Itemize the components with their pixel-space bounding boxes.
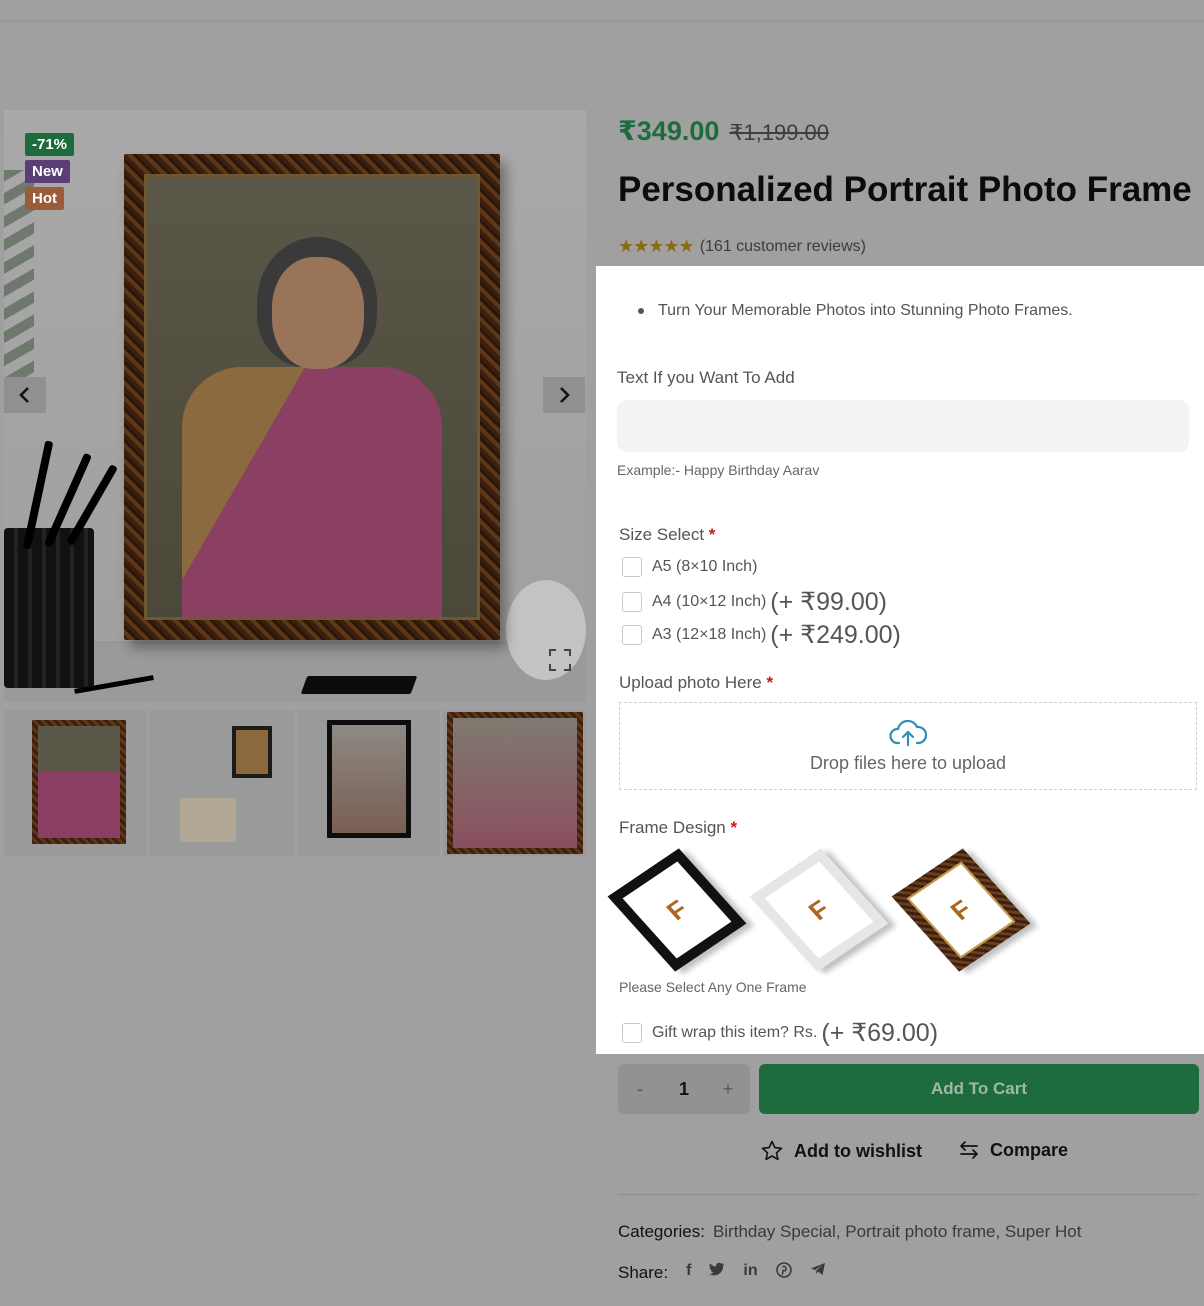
frame-design-hint: Please Select Any One Frame (619, 979, 807, 995)
size-select-label-text: Size Select (619, 525, 705, 544)
file-dropzone[interactable]: Drop files here to upload (619, 702, 1197, 790)
add-to-wishlist-button[interactable]: Add to wishlist (760, 1139, 922, 1163)
size-option-a5[interactable]: A5 (8×10 Inch) (622, 557, 757, 577)
star-outline-icon (761, 1140, 783, 1161)
upload-label-text: Upload photo Here (619, 673, 762, 692)
size-option-label: A3 (12×18 Inch) (652, 626, 767, 643)
frame-design-label-text: Frame Design (619, 818, 726, 837)
decrease-qty-button[interactable]: - (630, 1079, 650, 1100)
product-rating: ★★★★★ (161 customer reviews) (618, 236, 866, 257)
gift-wrap-option[interactable]: Gift wrap this item? Rs. (+ ₹69.00) (622, 1018, 938, 1048)
share-row: Share: f in (618, 1262, 826, 1283)
gift-wrap-price: (+ ₹69.00) (821, 1019, 939, 1047)
custom-text-input[interactable] (617, 400, 1189, 452)
gallery-thumbnails (4, 710, 586, 856)
product-feature: Turn Your Memorable Photos into Stunning… (638, 302, 1073, 320)
checkbox[interactable] (622, 1023, 642, 1043)
price-row: ₹349.00 ₹1,199.00 (618, 116, 829, 147)
phone-decor (300, 676, 418, 694)
size-option-price: (+ ₹99.00) (770, 588, 887, 616)
product-main-image[interactable] (4, 110, 586, 702)
gallery-next-button[interactable] (543, 377, 585, 413)
thumbnail-2[interactable] (150, 710, 294, 856)
meta-divider (618, 1194, 1198, 1195)
chevron-left-icon (19, 387, 29, 403)
size-option-label: A4 (10×12 Inch) (652, 593, 767, 610)
dropzone-text: Drop files here to upload (809, 752, 1007, 773)
wishlist-label: Add to wishlist (794, 1140, 922, 1161)
categories-label: Categories: (618, 1222, 705, 1241)
discount-badge: -71% (25, 133, 75, 156)
product-badges: -71% New Hot (25, 133, 75, 210)
fullscreen-icon[interactable] (548, 648, 572, 672)
black-frame-swatch: F (607, 848, 747, 972)
size-select-label: Size Select * (619, 525, 715, 545)
reviews-link[interactable]: (161 customer reviews) (700, 238, 866, 256)
quantity-stepper: - 1 + (618, 1064, 750, 1114)
frame-design-options: F F F (607, 846, 1031, 972)
text-field-label: Text If you Want To Add (617, 368, 795, 387)
frame-design-label: Frame Design * (619, 818, 737, 838)
gallery-prev-button[interactable] (4, 377, 46, 413)
quantity-value[interactable]: 1 (679, 1079, 689, 1100)
upload-label: Upload photo Here * (619, 673, 773, 693)
gift-wrap-label: Gift wrap this item? Rs. (652, 1024, 818, 1041)
brown-frame-swatch: F (891, 848, 1031, 972)
star-rating-icon: ★★★★★ (618, 236, 695, 256)
twitter-icon[interactable] (709, 1262, 725, 1283)
size-option-label: A5 (8×10 Inch) (652, 558, 758, 575)
bullet-icon (638, 308, 644, 314)
checkbox[interactable] (622, 592, 642, 612)
required-mark: * (730, 818, 738, 837)
compare-arrows-icon (960, 1141, 978, 1159)
facebook-icon[interactable]: f (686, 1262, 691, 1283)
text-field-hint: Example:- Happy Birthday Aarav (617, 462, 820, 478)
share-label: Share: (618, 1262, 669, 1282)
frame-option-black[interactable]: F (607, 846, 747, 972)
white-frame-swatch: F (749, 848, 889, 972)
product-options-panel: Turn Your Memorable Photos into Stunning… (596, 266, 1204, 1054)
pinterest-icon[interactable] (775, 1262, 792, 1283)
checkbox[interactable] (622, 557, 642, 577)
feature-text: Turn Your Memorable Photos into Stunning… (658, 302, 1073, 319)
telegram-icon[interactable] (810, 1262, 826, 1283)
cloud-upload-icon (889, 719, 927, 746)
thumbnail-3[interactable] (296, 710, 440, 856)
portrait-photo (144, 174, 480, 620)
sale-price: ₹349.00 (618, 116, 720, 146)
pencil-cup-decor (4, 528, 94, 688)
new-badge: New (25, 160, 70, 183)
increase-qty-button[interactable]: + (718, 1079, 738, 1100)
chevron-right-icon (560, 387, 570, 403)
frame-option-brown[interactable]: F (891, 846, 1031, 972)
thumbnail-4[interactable] (442, 710, 586, 856)
frame-option-white[interactable]: F (749, 846, 889, 972)
size-option-a3[interactable]: A3 (12×18 Inch) (+ ₹249.00) (622, 620, 901, 650)
thumbnail-1[interactable] (4, 710, 148, 856)
add-to-cart-button[interactable]: Add To Cart (759, 1064, 1199, 1114)
product-categories: Categories: Birthday Special, Portrait p… (618, 1222, 1081, 1242)
categories-links[interactable]: Birthday Special, Portrait photo frame, … (713, 1222, 1082, 1242)
header-divider (0, 20, 1204, 23)
size-option-a4[interactable]: A4 (10×12 Inch) (+ ₹99.00) (622, 587, 887, 617)
compare-label: Compare (990, 1139, 1069, 1160)
portrait-frame (124, 154, 500, 640)
linkedin-icon[interactable]: in (743, 1262, 757, 1283)
checkbox[interactable] (622, 625, 642, 645)
required-mark: * (708, 525, 716, 544)
vase-decor (506, 580, 586, 680)
required-mark: * (766, 673, 774, 692)
size-option-price: (+ ₹249.00) (770, 621, 901, 649)
regular-price: ₹1,199.00 (729, 120, 830, 145)
compare-button[interactable]: Compare (958, 1139, 1068, 1161)
hot-badge: Hot (25, 187, 64, 210)
product-title: Personalized Portrait Photo Frame (618, 170, 1192, 209)
portrait-person (162, 217, 462, 617)
